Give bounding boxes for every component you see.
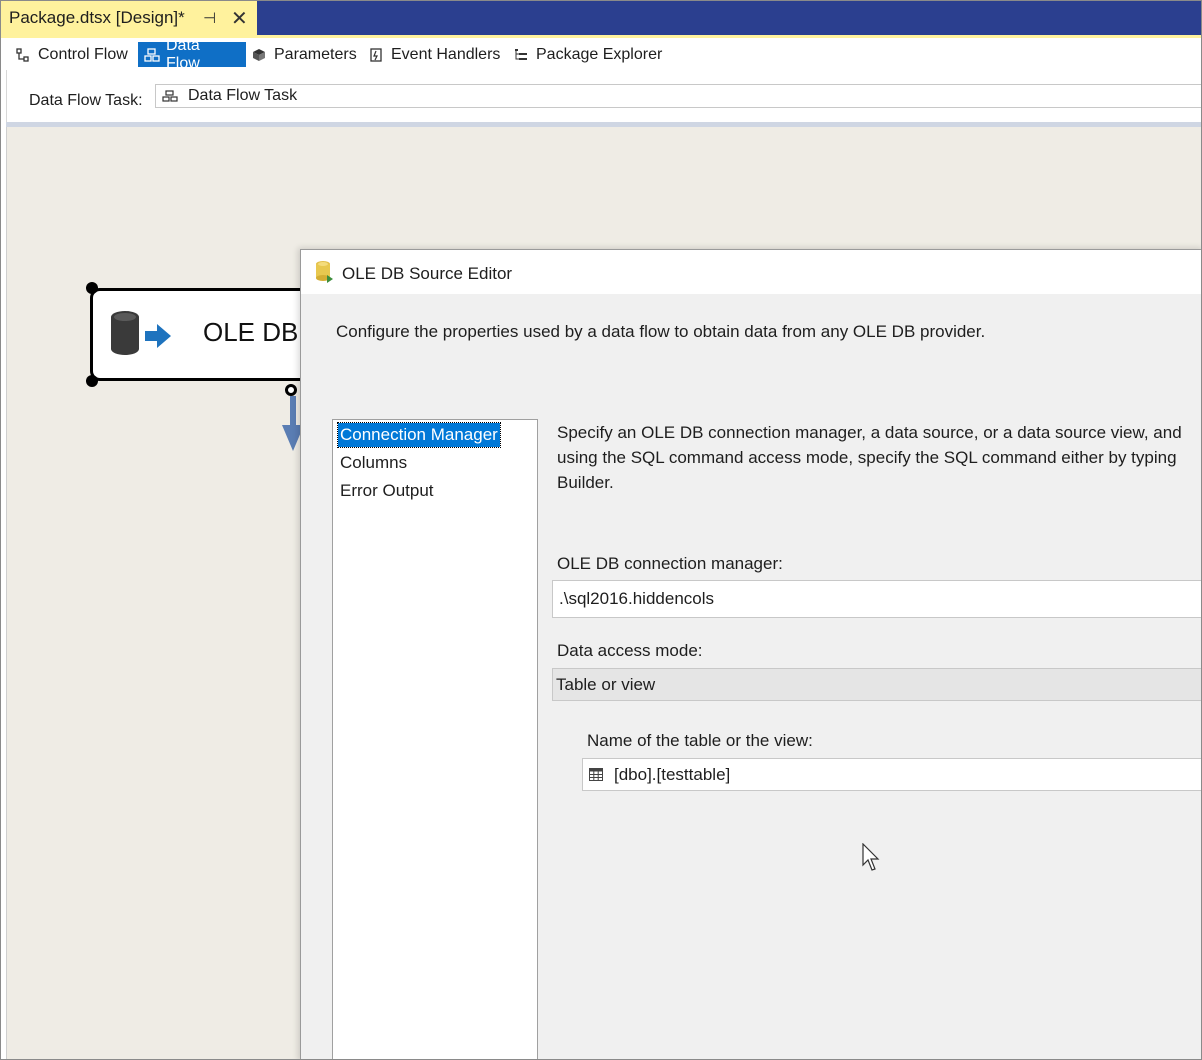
- close-icon[interactable]: ✕: [231, 6, 248, 31]
- parameters-icon: [253, 48, 265, 61]
- output-port[interactable]: [285, 384, 297, 396]
- access-mode-value: Table or view: [556, 674, 656, 694]
- table-name-select[interactable]: [dbo].[testtable]: [582, 758, 1201, 791]
- data-flow-task-value: Data Flow Task: [188, 87, 298, 104]
- connection-manager-value: .\sql2016.hiddencols: [559, 589, 715, 608]
- page-error-output[interactable]: Error Output: [338, 479, 436, 503]
- tab-label: Event Handlers: [391, 45, 501, 63]
- data-flow-task-bar: Data Flow Task: Data Flow Task: [6, 70, 1201, 122]
- mouse-pointer-icon: [862, 843, 880, 871]
- access-mode-select[interactable]: Table or view: [552, 668, 1201, 701]
- document-tab-strip: Package.dtsx [Design]* ⊣ ✕: [1, 1, 1201, 37]
- page-connection-manager[interactable]: Connection Manager: [337, 422, 501, 448]
- data-flow-task-label: Data Flow Task:: [29, 92, 143, 109]
- tab-label: Package Explorer: [536, 45, 663, 63]
- dialog-description: Configure the properties used by a data …: [336, 322, 986, 341]
- ole-db-source-editor-icon: [316, 261, 333, 283]
- data-flow-task-icon: [162, 90, 178, 102]
- tab-control-flow[interactable]: Control Flow: [10, 42, 136, 67]
- ole-db-source-editor-dialog: OLE DB Source Editor Configure the prope…: [300, 249, 1201, 1059]
- editor-page-list: Connection Manager Columns Error Output: [332, 419, 538, 1059]
- connection-manager-instructions: Specify an OLE DB connection manager, a …: [557, 423, 1182, 492]
- ssis-designer-window: Package.dtsx [Design]* ⊣ ✕ Control Flow …: [0, 0, 1202, 1060]
- data-path-line[interactable]: [290, 396, 296, 426]
- dialog-title-bar[interactable]: OLE DB Source Editor: [301, 250, 1201, 294]
- data-flow-icon: [144, 47, 160, 62]
- tab-label: Control Flow: [38, 45, 128, 63]
- table-icon: [589, 768, 603, 781]
- tab-parameters[interactable]: Parameters: [246, 42, 365, 67]
- pin-icon[interactable]: ⊣: [203, 9, 216, 27]
- control-flow-icon: [16, 47, 29, 62]
- designer-tabs: Control Flow Data Flow Parameters Event …: [1, 37, 1201, 72]
- resize-handle-bottom-left[interactable]: [86, 375, 98, 387]
- page-columns[interactable]: Columns: [338, 451, 409, 475]
- ole-db-source-component[interactable]: OLE DB S: [90, 288, 320, 381]
- document-tab-title: Package.dtsx [Design]*: [9, 8, 185, 27]
- connection-manager-select[interactable]: .\sql2016.hiddencols: [552, 580, 1201, 618]
- package-explorer-icon: [515, 48, 527, 60]
- table-name-label: Name of the table or the view:: [587, 731, 813, 750]
- data-flow-task-dropdown[interactable]: Data Flow Task: [155, 84, 1201, 108]
- dialog-title: OLE DB Source Editor: [342, 264, 513, 283]
- event-handlers-icon: [370, 47, 382, 62]
- connection-manager-label: OLE DB connection manager:: [557, 554, 783, 573]
- ole-db-source-icon: [111, 311, 171, 355]
- tab-data-flow[interactable]: Data Flow: [138, 37, 246, 72]
- tab-event-handlers[interactable]: Event Handlers: [363, 42, 508, 67]
- tab-label: Parameters: [274, 45, 357, 63]
- access-mode-label: Data access mode:: [557, 641, 703, 660]
- resize-handle-top-left[interactable]: [86, 282, 98, 294]
- tab-label: Data Flow: [166, 36, 200, 72]
- table-name-value: [dbo].[testtable]: [614, 764, 731, 784]
- document-tab[interactable]: Package.dtsx [Design]* ⊣ ✕: [1, 1, 257, 35]
- tab-package-explorer[interactable]: Package Explorer: [508, 42, 670, 67]
